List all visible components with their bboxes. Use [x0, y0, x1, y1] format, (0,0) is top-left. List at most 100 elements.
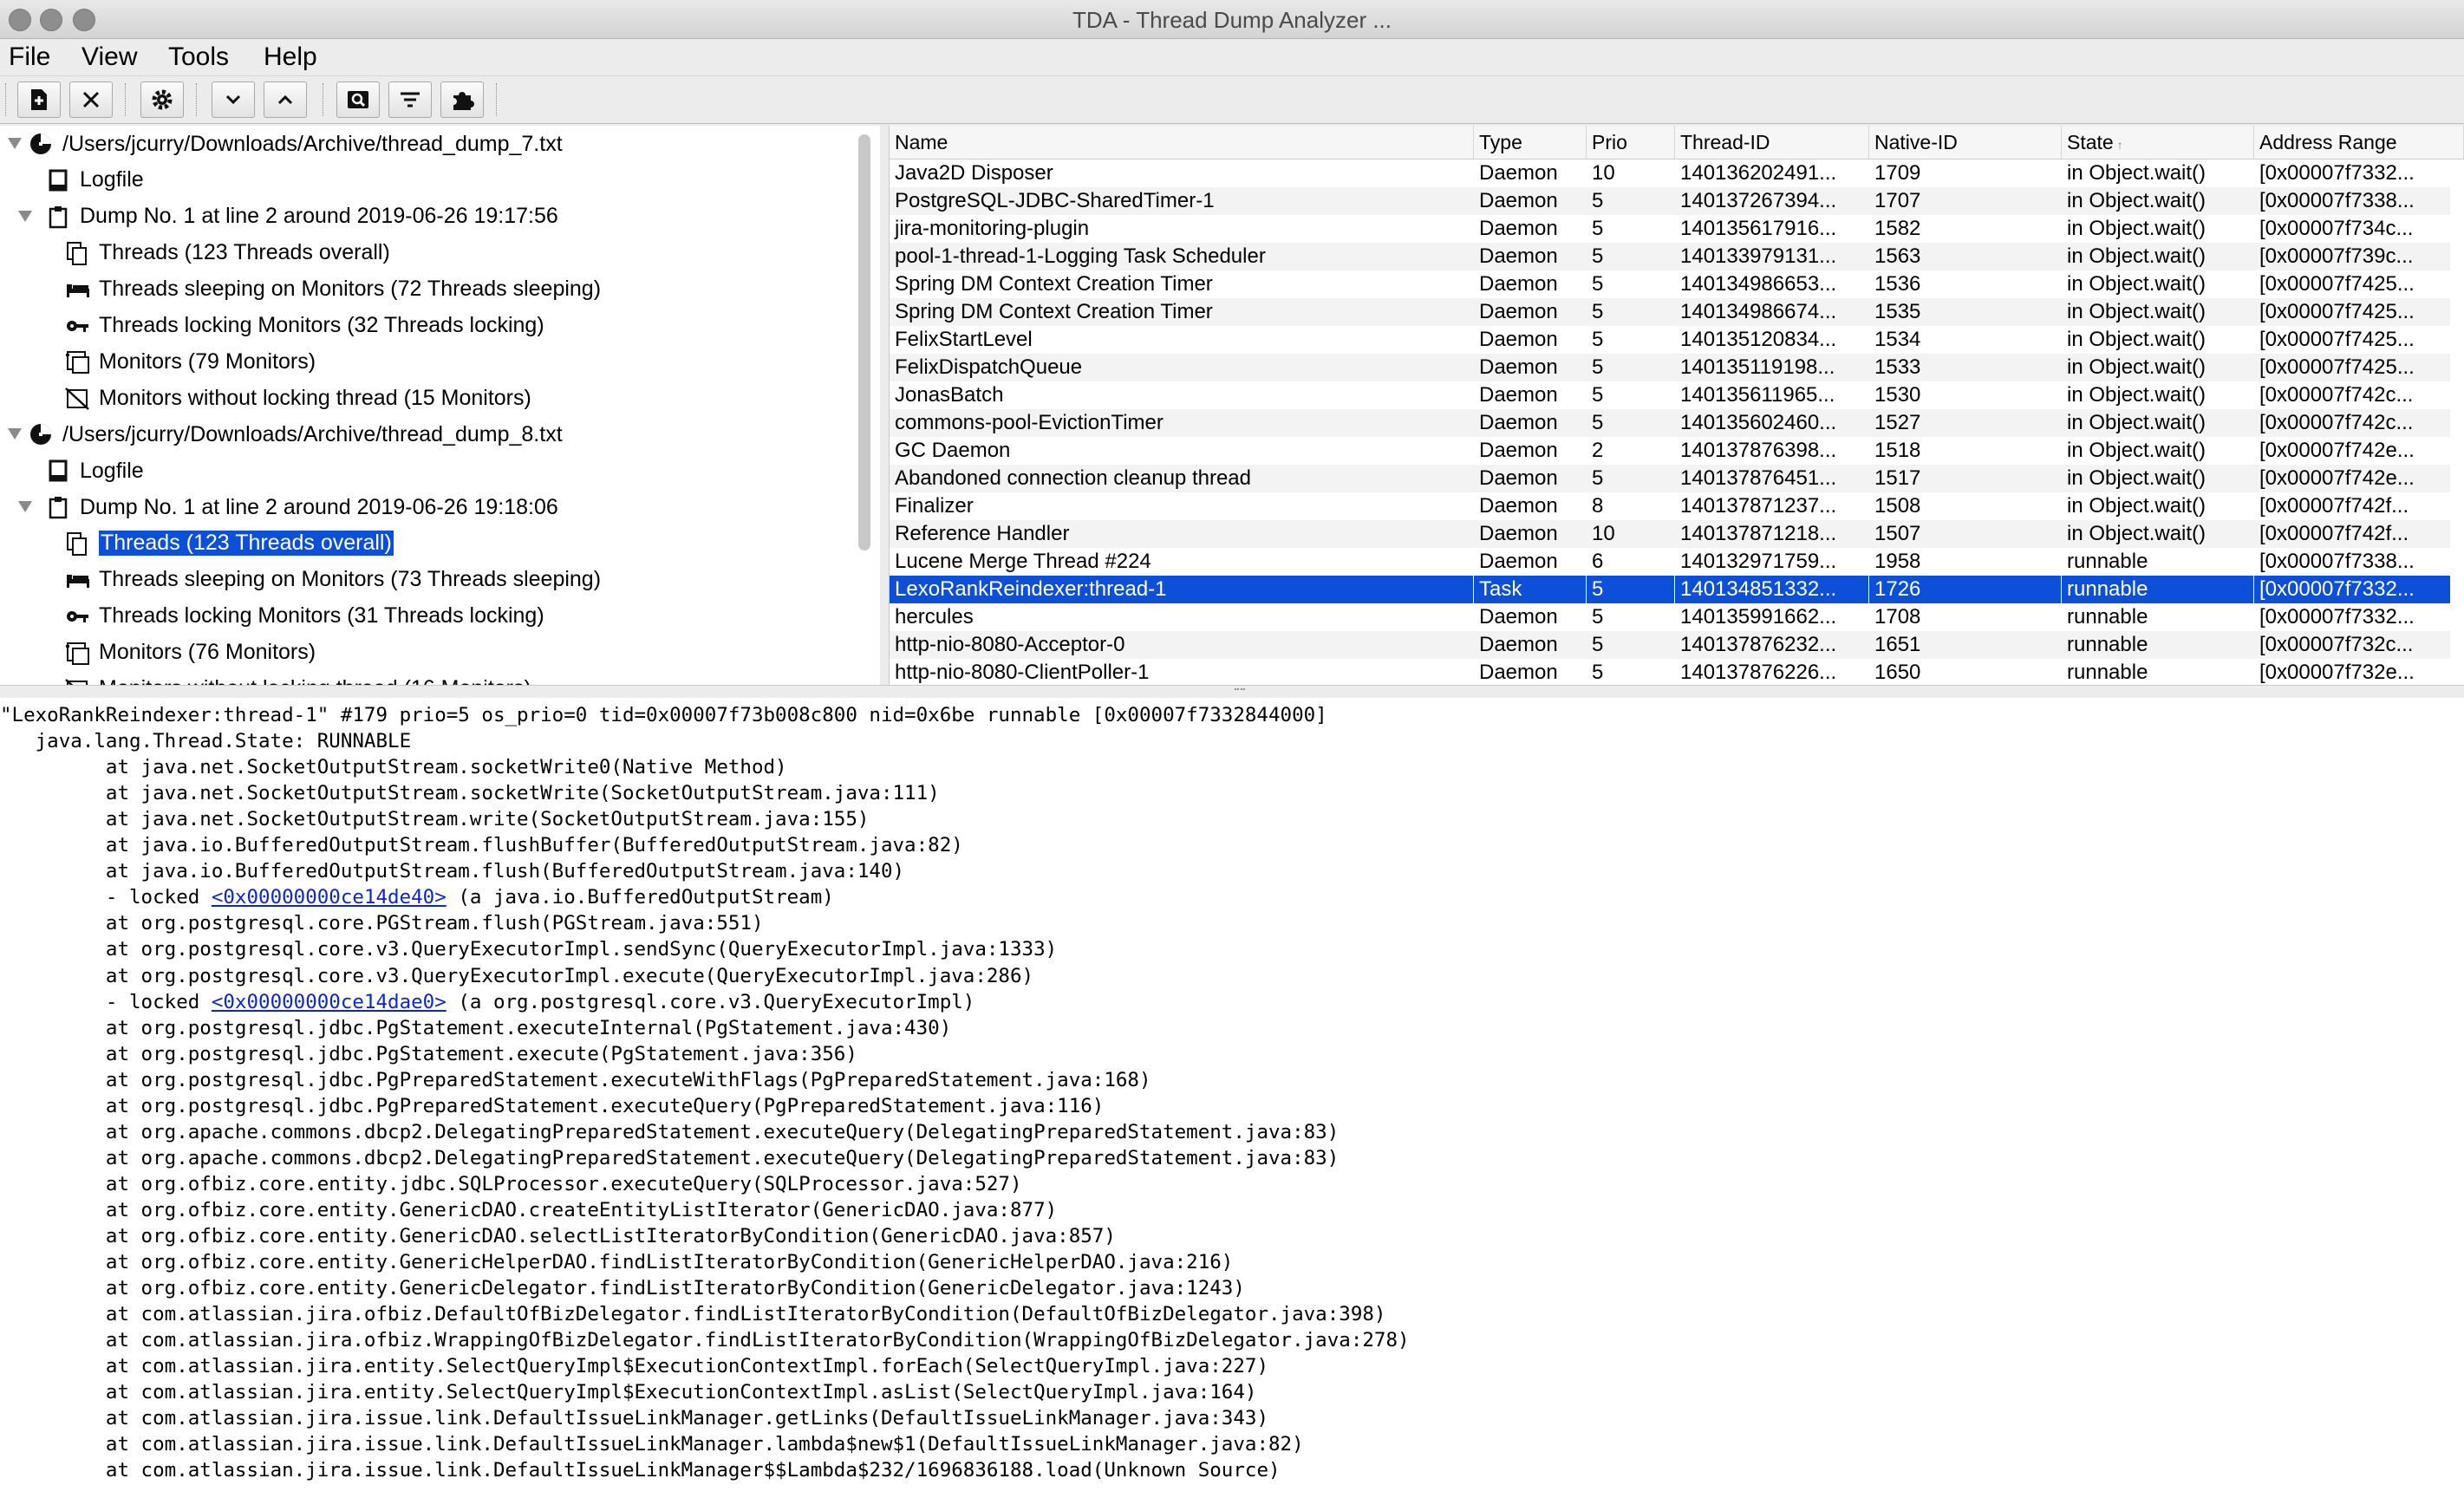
expand-toggle-icon[interactable]: [16, 497, 35, 516]
stack-post: (a org.postgresql.core.v3.QueryExecutorI…: [446, 990, 975, 1013]
tree-node-category[interactable]: Monitors without locking thread (15 Moni…: [64, 381, 531, 414]
dump-tree[interactable]: /Users/jcurry/Downloads/Archive/thread_d…: [0, 126, 881, 685]
expand-toggle-icon[interactable]: [5, 424, 24, 443]
table-cell: Lucene Merge Thread #224: [895, 550, 1151, 573]
tree-node-label: Threads locking Monitors (31 Threads loc…: [99, 603, 544, 629]
table-cell: Daemon: [1479, 244, 1558, 268]
monitor-address-link[interactable]: <0x00000000ce14dae0>: [212, 991, 447, 1013]
tree-node-dump[interactable]: Logfile: [45, 454, 144, 487]
menu-bar: File View Tools Help: [0, 39, 2464, 75]
table-cell: 5: [1592, 272, 1604, 296]
table-row[interactable]: JonasBatch Daemon 5 140135611965... 1530 in O…: [890, 381, 2450, 409]
table-cell: Daemon: [1479, 633, 1558, 656]
table-cell: 140133979131...: [1680, 244, 1837, 268]
table-row[interactable]: Java2D Disposer Daemon 10 140136202491... 17…: [890, 160, 2450, 187]
table-row[interactable]: Finalizer Daemon 8 140137871237... 1508 in Ob…: [890, 492, 2450, 520]
plugins-button[interactable]: [440, 81, 484, 118]
tree-node-dump-file[interactable]: /Users/jcurry/Downloads/Archive/thread_d…: [8, 127, 563, 160]
table-cell: [0x00007f742c...: [2259, 411, 2414, 434]
tree-node-category[interactable]: Threads locking Monitors (31 Threads loc…: [64, 600, 544, 633]
tree-node-label: Dump No. 1 at line 2 around 2019-06-26 1…: [80, 494, 558, 519]
table-cell: 1530: [1874, 383, 1921, 407]
tree-node-category[interactable]: Threads locking Monitors (32 Threads loc…: [64, 309, 544, 342]
table-cell: [0x00007f742c...: [2259, 383, 2414, 407]
table-cell: 5: [1592, 355, 1604, 379]
table-row[interactable]: hercules Daemon 5 140135991662... 1708 runnab…: [890, 603, 2450, 631]
table-cell: in Object.wait(): [2067, 272, 2207, 296]
tree-node-category[interactable]: Monitors (79 Monitors): [64, 345, 316, 378]
tree-node-category[interactable]: Threads sleeping on Monitors (72 Threads…: [64, 273, 601, 306]
column-header-address-range[interactable]: Address Range: [2254, 126, 2464, 159]
table-cell: 140137876226...: [1680, 661, 1837, 684]
table-row[interactable]: Reference Handler Daemon 10 140137871218...…: [890, 520, 2450, 548]
tree-node-category[interactable]: Threads (123 Threads overall): [64, 237, 390, 270]
table-row[interactable]: Spring DM Context Creation Timer Daemon 5 1…: [890, 270, 2450, 298]
vertical-splitter[interactable]: [880, 126, 890, 685]
tree-node-dump[interactable]: Dump No. 1 at line 2 around 2019-06-26 1…: [18, 491, 558, 524]
table-cell: 5: [1592, 411, 1604, 434]
table-row[interactable]: LexoRankReindexer:thread-1 Task 5 140134851…: [890, 576, 2464, 603]
tree-node-dump[interactable]: Dump No. 1 at line 2 around 2019-06-26 1…: [18, 200, 558, 233]
column-header-prio[interactable]: Prio: [1587, 126, 1675, 159]
table-row[interactable]: FelixDispatchQueue Daemon 5 140135119198...…: [890, 354, 2450, 381]
table-cell: [0x00007f732c...: [2259, 633, 2414, 656]
tree-node-category[interactable]: Threads (123 Threads overall): [64, 527, 394, 560]
collapse-all-button[interactable]: [264, 81, 307, 118]
stack-trace-line: at com.atlassian.jira.ofbiz.DefaultOfBiz…: [0, 1303, 1386, 1326]
menu-tools[interactable]: Tools: [168, 42, 229, 72]
monitor-crossed-icon: [65, 388, 89, 411]
expand-all-button[interactable]: [212, 81, 255, 118]
column-header-state[interactable]: State ↑: [2062, 126, 2254, 159]
column-header-name[interactable]: Name: [890, 126, 1474, 159]
preferences-button[interactable]: [140, 81, 184, 118]
table-row[interactable]: Abandoned connection cleanup thread Daemo…: [890, 465, 2450, 492]
table-row[interactable]: http-nio-8080-Acceptor-0 Daemon 5 140137876…: [890, 631, 2450, 659]
tree-node-label: Monitors without locking thread (16 Moni…: [99, 676, 531, 685]
monitor-icon: [66, 642, 89, 665]
tree-node-category[interactable]: Monitors without locking thread (16 Moni…: [64, 673, 531, 685]
table-row[interactable]: commons-pool-EvictionTimer Daemon 5 1401356…: [890, 409, 2450, 437]
table-cell: [0x00007f7332...: [2259, 161, 2415, 185]
menu-view[interactable]: View: [81, 42, 137, 72]
table-cell: jira-monitoring-plugin: [895, 217, 1090, 240]
table-cell: 140135991662...: [1680, 605, 1837, 629]
table-row[interactable]: GC Daemon Daemon 2 140137876398... 1518 in Ob…: [890, 437, 2450, 465]
tree-node-category[interactable]: Monitors (76 Monitors): [64, 636, 316, 669]
table-cell: [0x00007f7425...: [2259, 355, 2415, 379]
table-cell: [0x00007f7332...: [2259, 605, 2415, 629]
close-button[interactable]: [69, 81, 113, 118]
table-cell: 1508: [1874, 494, 1921, 518]
table-cell: Task: [1474, 576, 1587, 603]
find-button[interactable]: [336, 81, 380, 118]
tree-node-category[interactable]: Threads sleeping on Monitors (73 Threads…: [64, 563, 601, 596]
filter-icon: [401, 92, 420, 107]
new-icon: [31, 89, 47, 110]
menu-file[interactable]: File: [9, 42, 50, 72]
horizontal-splitter[interactable]: [0, 685, 2464, 699]
tree-node-dump[interactable]: Logfile: [45, 164, 144, 197]
table-cell: Daemon: [1479, 217, 1558, 240]
filter-button[interactable]: [388, 81, 432, 118]
expand-toggle-icon[interactable]: [5, 134, 24, 153]
stack-trace-line: at java.io.BufferedOutputStream.flush(Bu…: [0, 860, 905, 883]
logfile-icon: [49, 459, 68, 482]
menu-help[interactable]: Help: [264, 42, 317, 72]
tree-scrollbar[interactable]: [858, 134, 870, 550]
column-header-type[interactable]: Type: [1474, 126, 1587, 159]
tree-node-label: Threads (123 Threads overall): [99, 240, 390, 265]
monitor-address-link[interactable]: <0x00000000ce14de40>: [212, 886, 447, 909]
table-cell: GC Daemon: [895, 439, 1011, 462]
table-row[interactable]: Spring DM Context Creation Timer Daemon 5 1…: [890, 298, 2450, 326]
table-row[interactable]: PostgreSQL-JDBC-SharedTimer-1 Daemon 5 1401…: [890, 187, 2450, 215]
table-row[interactable]: http-nio-8080-ClientPoller-1 Daemon 5 14013…: [890, 659, 2450, 685]
open-file-button[interactable]: [17, 81, 61, 118]
table-row[interactable]: jira-monitoring-plugin Daemon 5 14013561791…: [890, 215, 2450, 243]
table-row[interactable]: Lucene Merge Thread #224 Daemon 6 140132971…: [890, 548, 2450, 576]
tree-node-dump-file[interactable]: /Users/jcurry/Downloads/Archive/thread_d…: [8, 418, 563, 451]
table-row[interactable]: pool-1-thread-1-Logging Task Scheduler Da…: [890, 243, 2450, 270]
column-header-label: Name: [895, 131, 948, 153]
expand-toggle-icon[interactable]: [16, 206, 35, 225]
column-header-native-id[interactable]: Native-ID: [1869, 126, 2062, 159]
column-header-thread-id[interactable]: Thread-ID: [1675, 126, 1869, 159]
table-row[interactable]: FelixStartLevel Daemon 5 140135120834... 153…: [890, 326, 2450, 354]
